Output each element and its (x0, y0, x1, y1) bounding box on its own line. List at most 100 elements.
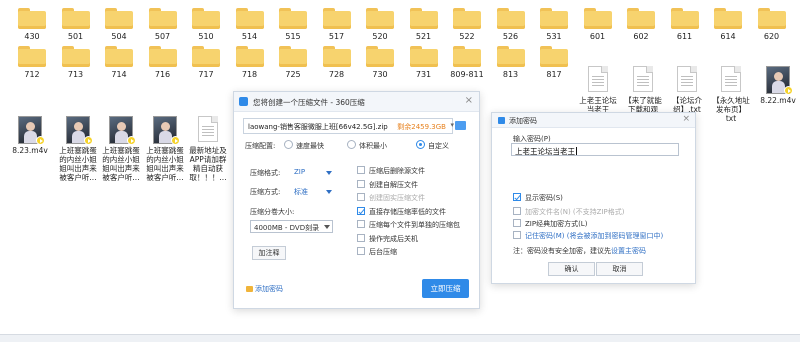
folder-label[interactable]: 714 (99, 70, 139, 79)
folder-label[interactable]: 520 (360, 32, 400, 41)
file-label[interactable]: 【永久地址 发布页】 txt (705, 96, 757, 123)
mode-fastest-radio[interactable] (284, 140, 293, 149)
password-dialog-titlebar[interactable]: 添加密码 × (492, 113, 695, 128)
option-checkbox[interactable] (357, 206, 365, 215)
folder-icon[interactable] (322, 8, 351, 29)
option-checkbox[interactable] (357, 247, 365, 255)
folder-label[interactable]: 731 (404, 70, 444, 79)
folder-label[interactable]: 809-811 (447, 70, 487, 79)
folder-icon[interactable] (105, 8, 133, 29)
folder-icon[interactable] (627, 8, 655, 29)
folder-icon[interactable] (366, 8, 394, 29)
option-checkbox[interactable] (357, 233, 365, 242)
folder-icon[interactable] (61, 46, 90, 67)
folder-label[interactable]: 725 (273, 70, 313, 79)
password-option-checkbox[interactable] (513, 193, 521, 201)
format-select[interactable]: ZIP (294, 167, 332, 179)
folder-icon[interactable] (453, 46, 481, 67)
folder-icon[interactable] (61, 8, 90, 29)
close-icon[interactable]: × (465, 95, 473, 106)
folder-label[interactable]: 614 (708, 32, 748, 41)
folder-label[interactable]: 602 (621, 32, 661, 41)
password-input[interactable]: 上老王论坛当老王 (511, 143, 679, 156)
option-checkbox[interactable] (357, 166, 365, 174)
folder-icon[interactable] (540, 8, 568, 29)
folder-icon[interactable] (18, 46, 46, 67)
folder-icon[interactable] (322, 46, 351, 67)
folder-icon[interactable] (496, 8, 525, 29)
folder-icon[interactable] (366, 46, 394, 67)
folder-label[interactable]: 521 (404, 32, 444, 41)
folder-icon[interactable] (18, 8, 46, 29)
file-label[interactable]: 最新地址及 APP请加群 精自动获 取！！！... (182, 146, 234, 182)
password-option-checkbox[interactable] (513, 219, 521, 227)
folder-icon[interactable] (453, 8, 481, 29)
add-comment-button[interactable]: 加注释 (252, 246, 286, 260)
mode-custom-radio[interactable] (416, 140, 425, 149)
folder-label[interactable]: 712 (12, 70, 52, 79)
set-master-password-link[interactable]: 设置主密码 (611, 247, 646, 255)
folder-icon[interactable] (670, 8, 699, 29)
folder-label[interactable]: 817 (534, 70, 574, 79)
password-option-checkbox[interactable] (513, 207, 521, 215)
text-file-icon[interactable] (677, 66, 697, 92)
folder-label[interactable]: 510 (186, 32, 226, 41)
chevron-down-icon[interactable]: ▾ (450, 121, 454, 129)
method-select[interactable]: 标准 (294, 186, 332, 198)
file-label[interactable]: 8.23.m4v (4, 146, 56, 155)
option-checkbox[interactable] (357, 179, 365, 188)
folder-label[interactable]: 430 (12, 32, 52, 41)
folder-icon[interactable] (583, 8, 612, 29)
folder-icon[interactable] (148, 8, 177, 29)
folder-label[interactable]: 728 (317, 70, 357, 79)
mode-smallest-radio[interactable] (347, 140, 356, 149)
folder-label[interactable]: 514 (230, 32, 270, 41)
text-file-icon[interactable] (721, 66, 741, 92)
ok-button[interactable]: 确认 (548, 262, 595, 276)
folder-label[interactable]: 515 (273, 32, 313, 41)
folder-label[interactable]: 730 (360, 70, 400, 79)
start-compress-button[interactable]: 立即压缩 (422, 279, 469, 298)
folder-icon[interactable] (192, 8, 220, 29)
folder-label[interactable]: 526 (491, 32, 531, 41)
output-path-field[interactable]: laowang-销售客服微服上班[66v42.5G].zip 剩余2459.3G… (243, 118, 454, 134)
folder-icon[interactable] (714, 8, 742, 29)
folder-label[interactable]: 522 (447, 32, 487, 41)
folder-label[interactable]: 813 (491, 70, 531, 79)
folder-icon[interactable] (496, 46, 525, 67)
folder-icon[interactable] (192, 46, 220, 67)
text-file-icon[interactable] (633, 66, 653, 92)
folder-label[interactable]: 601 (578, 32, 618, 41)
folder-label[interactable]: 517 (317, 32, 357, 41)
folder-icon[interactable] (540, 46, 568, 67)
option-checkbox[interactable] (357, 220, 365, 228)
folder-icon[interactable] (235, 46, 264, 67)
add-password-link[interactable]: 添加密码 (246, 284, 283, 294)
option-checkbox[interactable] (357, 193, 365, 201)
folder-label[interactable]: 717 (186, 70, 226, 79)
folder-label[interactable]: 507 (143, 32, 183, 41)
folder-label[interactable]: 501 (56, 32, 96, 41)
folder-icon[interactable] (409, 46, 438, 67)
close-icon[interactable]: × (682, 114, 690, 124)
text-file-icon[interactable] (588, 66, 608, 92)
folder-icon[interactable] (105, 46, 133, 67)
folder-icon[interactable] (235, 8, 264, 29)
folder-label[interactable]: 611 (665, 32, 705, 41)
folder-icon[interactable] (409, 8, 438, 29)
zip-dialog-titlebar[interactable]: 您将创建一个压缩文件 - 360压缩 × (234, 92, 479, 112)
folder-icon[interactable] (279, 46, 307, 67)
password-option-checkbox[interactable] (513, 231, 521, 239)
split-size-select[interactable]: 4000MB - DVD刻录 (250, 220, 333, 233)
folder-label[interactable]: 531 (534, 32, 574, 41)
folder-icon[interactable] (279, 8, 307, 29)
folder-icon[interactable] (757, 8, 786, 29)
file-label[interactable]: 8.22.m4v (752, 96, 800, 105)
folder-label[interactable]: 713 (56, 70, 96, 79)
text-file-icon[interactable] (198, 116, 218, 142)
folder-label[interactable]: 716 (143, 70, 183, 79)
folder-label[interactable]: 718 (230, 70, 270, 79)
folder-label[interactable]: 620 (752, 32, 792, 41)
folder-icon[interactable] (148, 46, 177, 67)
browse-folder-icon[interactable] (455, 121, 466, 130)
